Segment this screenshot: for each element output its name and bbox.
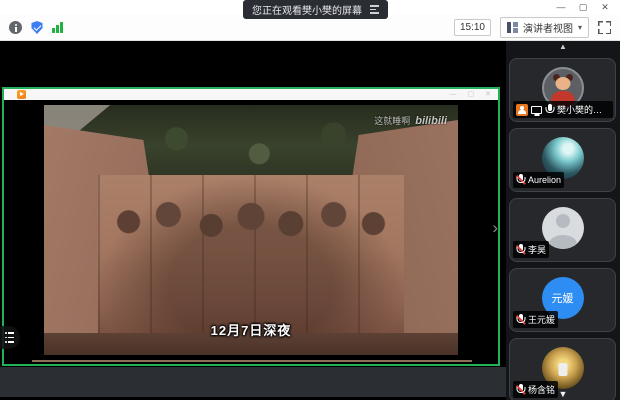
minimize-icon[interactable]: —: [550, 0, 572, 14]
video-progress-bar: [32, 360, 472, 362]
video-watermark: 这就睡啊 bilibili: [374, 114, 447, 127]
mic-muted-icon: [516, 174, 525, 186]
layout-icon: [507, 22, 518, 33]
participant-tile[interactable]: 元媛 王元媛: [509, 268, 616, 332]
banner-menu-icon[interactable]: [370, 5, 379, 14]
participant-name: 樊小樊的屏幕...: [557, 103, 610, 116]
watching-screen-banner: 您正在观看樊小樊的屏幕: [243, 0, 388, 19]
mic-on-icon: [545, 104, 554, 116]
network-signal-icon[interactable]: [52, 22, 63, 33]
watermark-text: 这就睡啊: [374, 114, 410, 127]
screen-share-icon: [531, 106, 542, 114]
meeting-app-window: — ▢ ✕ 您正在观看樊小樊的屏幕 15:10 演讲者视图 ▾: [0, 0, 620, 400]
participant-tile[interactable]: 李昊: [509, 198, 616, 262]
participant-label: 李昊: [513, 241, 549, 258]
window-controls: — ▢ ✕: [550, 0, 616, 14]
close-icon[interactable]: ✕: [594, 0, 616, 14]
banner-text: 您正在观看樊小樊的屏幕: [252, 2, 362, 17]
shared-window-controls: — ▢ ✕: [450, 89, 492, 100]
participants-sidebar: ▲ 樊小樊的屏幕... Aurelion: [506, 41, 620, 400]
participant-label: 樊小樊的屏幕...: [513, 101, 613, 118]
participant-name: 李昊: [528, 243, 546, 256]
shared-minimize-icon: —: [450, 89, 457, 100]
toolbar-right-controls: 15:10 演讲者视图 ▾: [454, 18, 611, 37]
bilibili-logo: bilibili: [415, 115, 447, 127]
stage-bottom-strip: [0, 367, 506, 397]
participant-name: 王元媛: [528, 313, 555, 326]
view-button-label: 演讲者视图: [523, 20, 573, 35]
shared-maximize-icon: ▢: [468, 89, 475, 100]
toolbar-status-icons: [9, 21, 63, 34]
participant-tile-sharer[interactable]: 樊小樊的屏幕...: [509, 58, 616, 122]
avatar-initials: 元媛: [552, 290, 574, 306]
scroll-up-icon[interactable]: ▲: [506, 42, 620, 51]
maximize-icon[interactable]: ▢: [572, 0, 594, 14]
shared-screen-content: 这就睡啊 bilibili 12月7日深夜: [4, 100, 498, 364]
participant-name: Aurelion: [528, 175, 561, 185]
shared-app-titlebar: — ▢ ✕: [4, 89, 498, 100]
participant-label: Aurelion: [513, 172, 564, 188]
shared-screen-frame: — ▢ ✕ 这就睡啊 bilibili 12月7日深: [2, 87, 500, 366]
chevron-down-icon: ▾: [578, 23, 582, 32]
fullscreen-icon[interactable]: [598, 21, 611, 34]
mic-muted-icon: [516, 244, 525, 256]
bilibili-favicon-icon: [17, 90, 26, 99]
security-shield-icon[interactable]: [31, 21, 43, 34]
meeting-timer: 15:10: [454, 19, 491, 36]
sidebar-collapse-chevron-icon[interactable]: ›: [492, 219, 498, 236]
participant-tile[interactable]: Aurelion: [509, 128, 616, 192]
meeting-info-icon[interactable]: [9, 21, 22, 34]
mic-muted-icon: [516, 314, 525, 326]
main-stage: — ▢ ✕ 这就睡啊 bilibili 12月7日深: [0, 41, 506, 400]
presenter-badge-icon: [516, 104, 528, 116]
speaker-view-button[interactable]: 演讲者视图 ▾: [500, 17, 589, 38]
participant-label: 王元媛: [513, 311, 558, 328]
video-player: 这就睡啊 bilibili 12月7日深夜: [44, 105, 458, 355]
shared-close-icon: ✕: [485, 89, 491, 100]
scroll-down-icon[interactable]: ▼: [506, 389, 620, 399]
playlist-icon: [5, 332, 14, 342]
video-subtitle: 12月7日深夜: [44, 320, 458, 339]
